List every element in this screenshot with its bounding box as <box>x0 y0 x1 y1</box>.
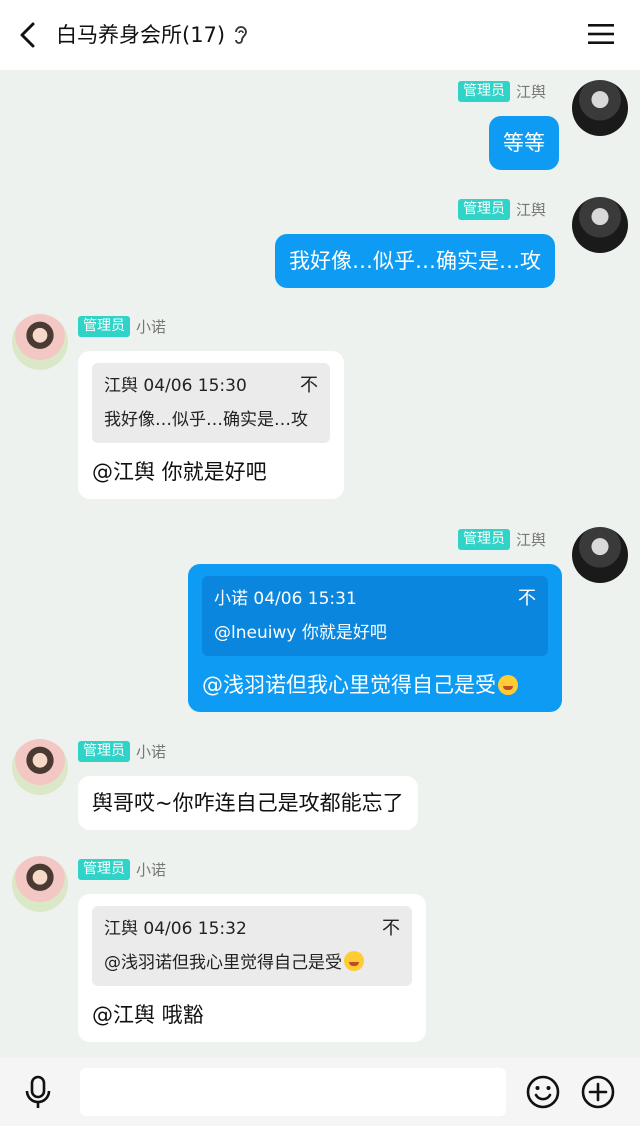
message-meta: 管理员 小诺 <box>78 315 166 337</box>
avatar[interactable] <box>12 739 68 795</box>
sender-name: 小诺 <box>136 317 167 336</box>
message-text: @浅羽诺但我心里觉得自己是受 <box>202 673 496 697</box>
message-meta: 管理员 江舆 <box>458 80 546 102</box>
laughing-emoji-icon <box>498 675 518 695</box>
ear-icon <box>235 26 247 44</box>
quote-header: 小诺 04/06 15:31 <box>214 589 357 609</box>
message-bubble[interactable]: 舆哥哎~你咋连自己是攻都能忘了 <box>78 776 418 830</box>
message-bubble[interactable]: 江舆 04/06 15:30 不 我好像…似乎…确实是…攻 @江舆 你就是好吧 <box>78 351 344 499</box>
admin-badge: 管理员 <box>78 740 130 762</box>
sender-name: 小诺 <box>136 742 167 761</box>
quote-header: 江舆 04/06 15:32 <box>104 919 247 939</box>
message-text: 等等 <box>503 131 545 155</box>
quote-header: 江舆 04/06 15:30 <box>104 376 247 396</box>
message-bubble[interactable]: 江舆 04/06 15:32 不 @浅羽诺但我心里觉得自己是受 @江舆 哦豁 <box>78 894 426 1042</box>
avatar[interactable] <box>12 856 68 912</box>
sender-name: 江舆 <box>516 530 547 549</box>
chat-area[interactable]: 管理员 江舆 等等 管理员 江舆 我好像…似乎…确实是…攻 管理员 小诺 江舆 … <box>0 70 640 1058</box>
plus-icon[interactable] <box>580 1074 616 1110</box>
quote-text: 我好像…似乎…确实是…攻 <box>104 410 308 430</box>
input-bar <box>0 1058 640 1126</box>
avatar[interactable] <box>572 197 628 253</box>
quoted-message[interactable]: 小诺 04/06 15:31 不 @lneuiwy 你就是好吧 <box>202 576 548 656</box>
chat-title[interactable]: 白马养身会所(17) <box>56 20 225 50</box>
admin-badge: 管理员 <box>458 198 510 220</box>
back-arrow-icon[interactable] <box>14 20 44 50</box>
message-meta: 管理员 小诺 <box>78 740 166 762</box>
message-meta: 管理员 江舆 <box>458 528 546 550</box>
quoted-message[interactable]: 江舆 04/06 15:32 不 @浅羽诺但我心里觉得自己是受 <box>92 906 412 986</box>
emoji-icon[interactable] <box>525 1074 561 1110</box>
top-bar: 白马养身会所(17) <box>0 0 640 70</box>
avatar[interactable] <box>572 80 628 136</box>
message-meta: 管理员 江舆 <box>458 198 546 220</box>
quoted-message[interactable]: 江舆 04/06 15:30 不 我好像…似乎…确实是…攻 <box>92 363 330 443</box>
admin-badge: 管理员 <box>458 528 510 550</box>
quote-pin-icon: 不 <box>518 588 536 609</box>
message-bubble[interactable]: 等等 <box>489 116 559 170</box>
quote-text: @浅羽诺但我心里觉得自己是受 <box>104 953 342 973</box>
sender-name: 江舆 <box>516 82 547 101</box>
message-text: 我好像…似乎…确实是…攻 <box>289 249 541 273</box>
admin-badge: 管理员 <box>458 80 510 102</box>
avatar[interactable] <box>12 314 68 370</box>
message-text: @江舆 你就是好吧 <box>92 460 267 484</box>
sender-name: 江舆 <box>516 200 547 219</box>
avatar[interactable] <box>572 527 628 583</box>
microphone-icon[interactable] <box>20 1074 56 1110</box>
message-input[interactable] <box>80 1068 506 1116</box>
laughing-emoji-icon <box>344 951 364 971</box>
admin-badge: 管理员 <box>78 858 130 880</box>
message-meta: 管理员 小诺 <box>78 858 166 880</box>
quote-text: @lneuiwy 你就是好吧 <box>214 623 387 643</box>
sender-name: 小诺 <box>136 860 167 879</box>
admin-badge: 管理员 <box>78 315 130 337</box>
quote-pin-icon: 不 <box>382 918 400 939</box>
message-bubble[interactable]: 小诺 04/06 15:31 不 @lneuiwy 你就是好吧 @浅羽诺但我心里… <box>188 564 562 712</box>
message-text: 舆哥哎~你咋连自己是攻都能忘了 <box>92 791 404 815</box>
menu-icon[interactable] <box>588 22 614 46</box>
message-text: @江舆 哦豁 <box>92 1003 204 1027</box>
quote-pin-icon: 不 <box>300 375 318 396</box>
message-bubble[interactable]: 我好像…似乎…确实是…攻 <box>275 234 555 288</box>
